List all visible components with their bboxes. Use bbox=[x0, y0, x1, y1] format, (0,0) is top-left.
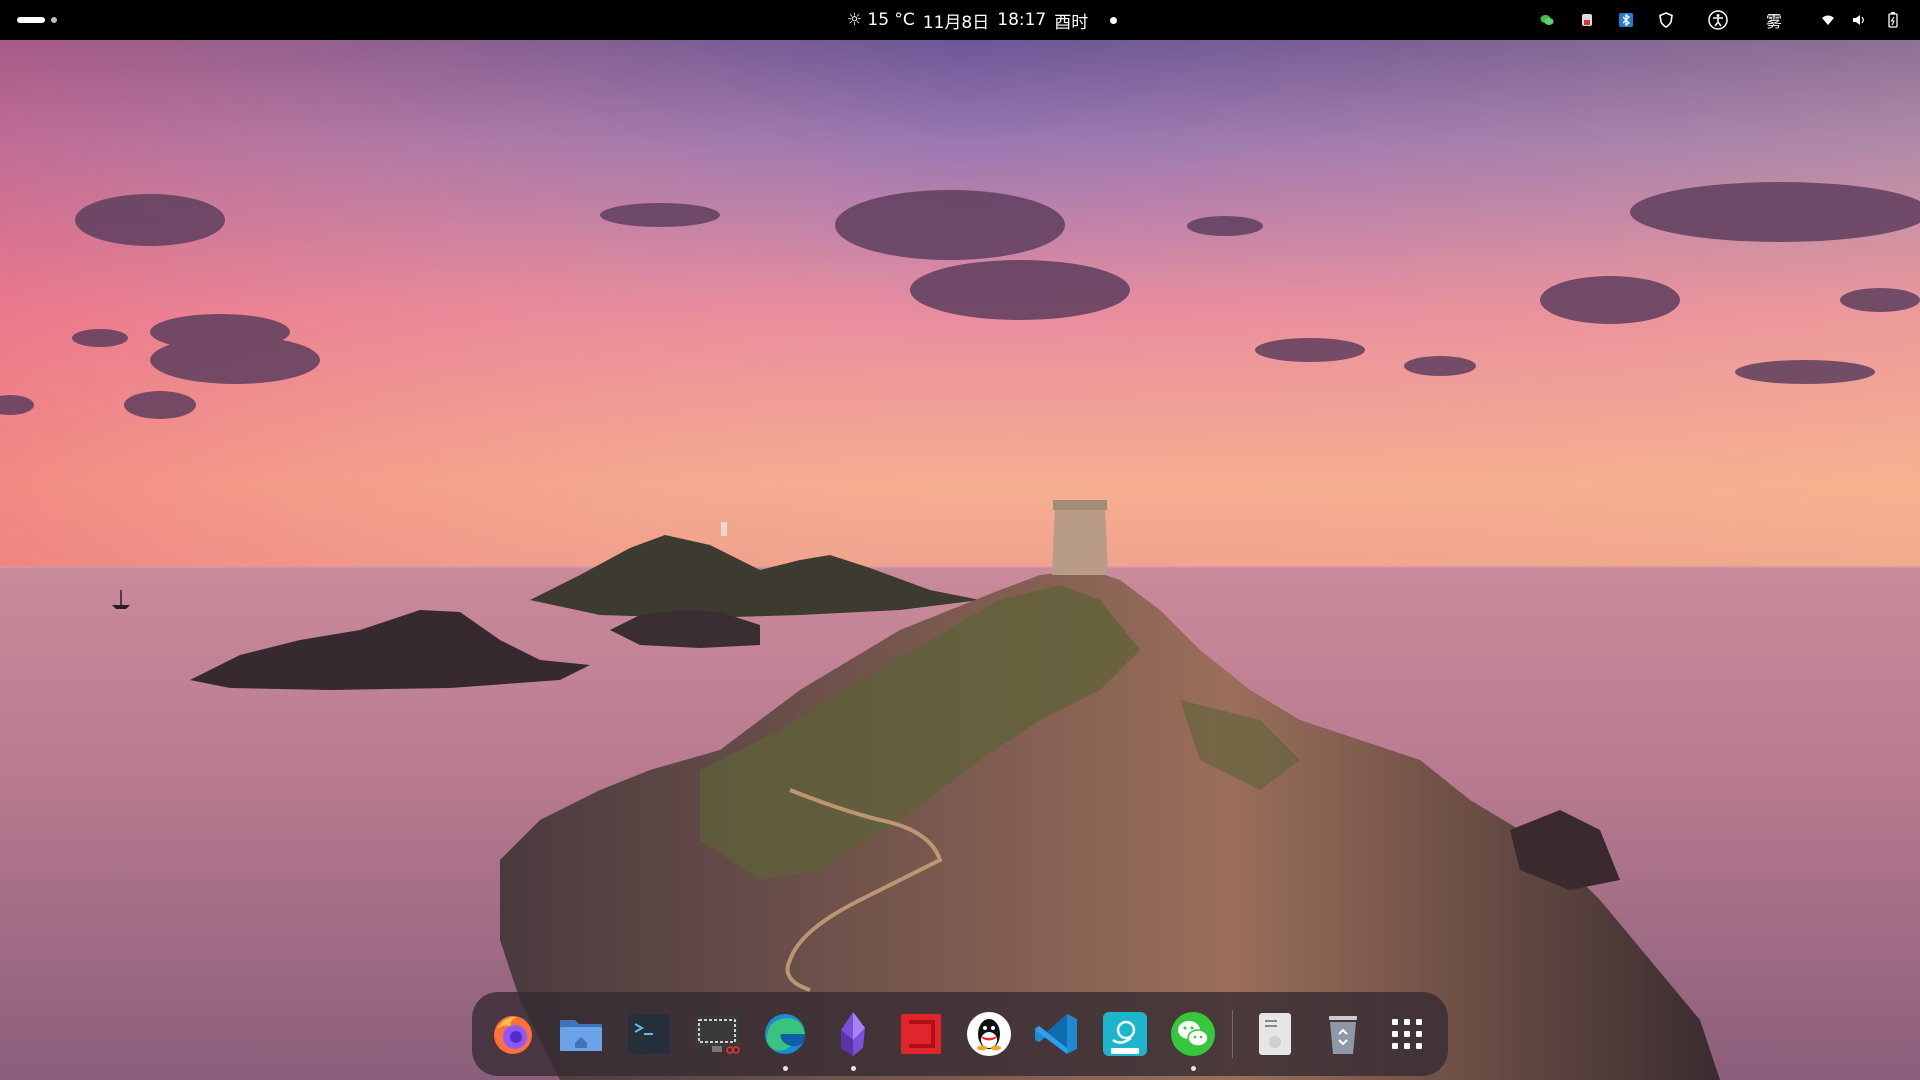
running-indicator bbox=[850, 1066, 856, 1071]
dock bbox=[472, 992, 1448, 1076]
weather-tray-label: 雾 bbox=[1765, 12, 1782, 31]
dock-app-trash[interactable] bbox=[1316, 1006, 1370, 1062]
wps-icon bbox=[901, 1014, 941, 1054]
app-grid-icon bbox=[1392, 1019, 1422, 1049]
running-indicator bbox=[1190, 1066, 1196, 1071]
wechat-tray-icon[interactable] bbox=[1537, 0, 1557, 40]
document-icon bbox=[1259, 1013, 1291, 1055]
show-apps-button[interactable] bbox=[1380, 1006, 1434, 1062]
dock-app-vscode[interactable] bbox=[1030, 1006, 1084, 1062]
shield-tray-icon[interactable] bbox=[1656, 0, 1676, 40]
dock-app-wps[interactable] bbox=[894, 1006, 948, 1062]
activities-button[interactable] bbox=[12, 0, 62, 40]
battery-icon[interactable] bbox=[1883, 0, 1903, 40]
obsidian-icon bbox=[841, 1012, 865, 1056]
workspace-indicator-inactive bbox=[51, 17, 57, 23]
time-text: 18:17 bbox=[997, 10, 1047, 30]
weather-text: ☼ 15 °C bbox=[846, 10, 915, 30]
date-time-menu[interactable]: ☼ 15 °C 11月8日 18:17 酉时 bbox=[830, 0, 1130, 40]
running-indicator bbox=[782, 1066, 788, 1071]
dock-app-wechat[interactable] bbox=[1166, 1006, 1220, 1071]
chinese-hour-text: 酉时 bbox=[1054, 12, 1089, 33]
wifi-icon[interactable] bbox=[1818, 0, 1838, 40]
top-bar: ☼ 15 °C 11月8日 18:17 酉时 雾 bbox=[0, 0, 1920, 40]
folder-home-icon bbox=[560, 1020, 602, 1051]
accessibility-icon[interactable] bbox=[1706, 0, 1730, 40]
desktop-wallpaper bbox=[0, 0, 1920, 1080]
dock-app-screenshot[interactable] bbox=[690, 1006, 744, 1062]
weather-tray-indicator[interactable]: 雾 bbox=[1762, 0, 1786, 40]
terminal-icon bbox=[628, 1014, 670, 1054]
dock-separator bbox=[1232, 1010, 1233, 1058]
dock-app-firefox[interactable] bbox=[486, 1006, 540, 1062]
dock-app-terminal[interactable] bbox=[622, 1006, 676, 1062]
weather-app-icon bbox=[1103, 1012, 1147, 1056]
dock-app-files[interactable] bbox=[554, 1006, 608, 1062]
wechat-icon bbox=[1171, 1012, 1215, 1056]
app-tray-icon[interactable] bbox=[1577, 0, 1597, 40]
edge-icon bbox=[765, 1014, 805, 1054]
vscode-icon bbox=[1035, 1014, 1077, 1054]
dock-app-edge[interactable] bbox=[758, 1006, 812, 1071]
screenshot-icon bbox=[695, 1016, 740, 1054]
notification-dot-icon bbox=[1110, 16, 1118, 24]
qq-penguin-icon bbox=[967, 1012, 1011, 1056]
date-text: 11月8日 bbox=[922, 12, 990, 33]
workspace-indicator-active bbox=[17, 17, 45, 23]
dock-app-weather[interactable] bbox=[1098, 1006, 1152, 1062]
volume-icon[interactable] bbox=[1849, 0, 1869, 40]
bluetooth-tray-icon[interactable] bbox=[1616, 0, 1636, 40]
dock-app-qq[interactable] bbox=[962, 1006, 1016, 1062]
dock-app-document[interactable] bbox=[1248, 1006, 1302, 1062]
trash-icon bbox=[1329, 1016, 1357, 1054]
dock-app-obsidian[interactable] bbox=[826, 1006, 880, 1071]
firefox-icon bbox=[494, 1016, 532, 1054]
